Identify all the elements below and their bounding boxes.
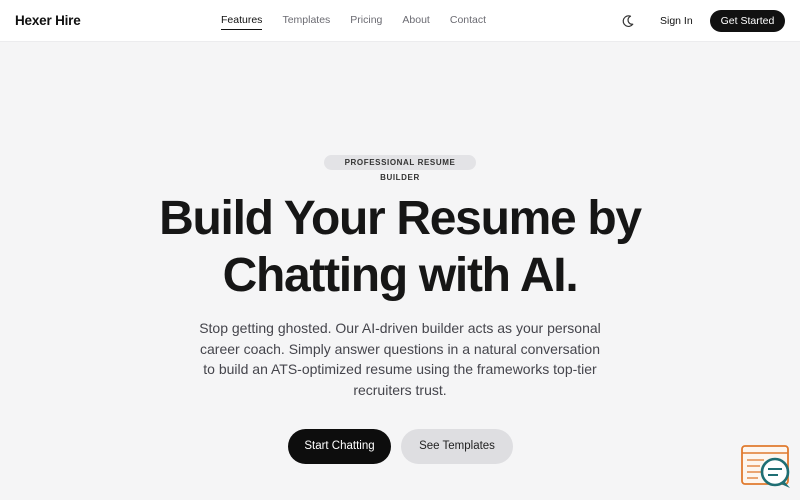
nav-link-pricing[interactable]: Pricing [350,14,382,30]
see-templates-button[interactable]: See Templates [401,429,513,464]
nav-link-templates[interactable]: Templates [282,14,330,30]
resume-chat-icon[interactable] [740,444,792,490]
nav-link-about[interactable]: About [402,14,429,30]
hero-headline: Build Your Resume by Chatting with AI. [100,190,700,304]
brand-logo[interactable]: Hexer Hire [15,13,81,28]
hero-subtext: Stop getting ghosted. Our AI-driven buil… [199,320,601,398]
nav-link-contact[interactable]: Contact [450,14,486,30]
top-navbar: Hexer Hire Features Templates Pricing Ab… [0,0,800,42]
headline-line-2: Chatting with AI. [222,249,579,302]
get-started-button[interactable]: Get Started [710,10,785,32]
nav-link-features[interactable]: Features [221,14,263,30]
headline-line-1: Build Your Resume by [159,192,642,245]
sign-in-link[interactable]: Sign In [660,15,693,27]
hero-badge: PROFESSIONAL RESUME BUILDER [324,155,476,182]
moon-icon[interactable] [620,13,636,29]
nav-links: Features Templates Pricing About Contact [221,14,506,30]
start-chatting-button[interactable]: Start Chatting [288,429,391,464]
